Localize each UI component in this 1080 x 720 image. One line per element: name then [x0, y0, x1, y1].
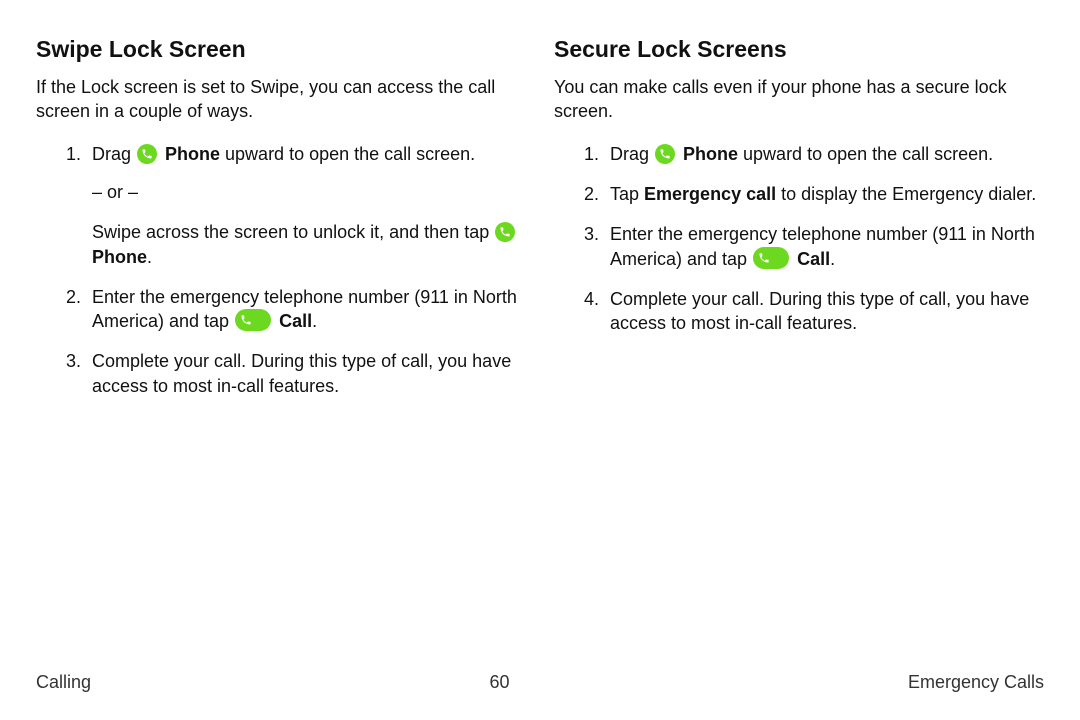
- text: Swipe across the screen to unlock it, an…: [92, 222, 494, 242]
- call-label: Call: [274, 311, 312, 331]
- footer-page-number: 60: [489, 670, 509, 694]
- text: to display the Emergency dialer.: [776, 184, 1036, 204]
- right-step-3: Enter the emergency telephone number (91…: [604, 222, 1044, 271]
- call-icon: [235, 309, 271, 331]
- phone-icon: [495, 222, 515, 242]
- left-steps: Drag Phone upward to open the call scree…: [36, 142, 526, 398]
- footer-right: Emergency Calls: [908, 670, 1044, 694]
- emergency-call-label: Emergency call: [644, 184, 776, 204]
- right-step-4: Complete your call. During this type of …: [604, 287, 1044, 336]
- text: .: [830, 249, 835, 269]
- or-separator: – or –: [92, 180, 526, 204]
- right-steps: Drag Phone upward to open the call scree…: [554, 142, 1044, 336]
- left-heading: Swipe Lock Screen: [36, 34, 526, 65]
- text: .: [312, 311, 317, 331]
- phone-icon: [655, 144, 675, 164]
- left-step-1-alt: Swipe across the screen to unlock it, an…: [92, 220, 526, 269]
- text: upward to open the call screen.: [738, 144, 993, 164]
- left-intro: If the Lock screen is set to Swipe, you …: [36, 75, 526, 124]
- text: Drag: [610, 144, 654, 164]
- text: Drag: [92, 144, 136, 164]
- page-footer: Calling 60 Emergency Calls: [36, 670, 1044, 694]
- right-heading: Secure Lock Screens: [554, 34, 1044, 65]
- text: .: [147, 247, 152, 267]
- call-label: Call: [792, 249, 830, 269]
- phone-label: Phone: [160, 144, 220, 164]
- left-step-1: Drag Phone upward to open the call scree…: [86, 142, 526, 269]
- right-column: Secure Lock Screens You can make calls e…: [554, 34, 1044, 414]
- phone-label: Phone: [678, 144, 738, 164]
- right-step-1: Drag Phone upward to open the call scree…: [604, 142, 1044, 166]
- left-step-2: Enter the emergency telephone number (91…: [86, 285, 526, 334]
- left-column: Swipe Lock Screen If the Lock screen is …: [36, 34, 526, 414]
- phone-label: Phone: [92, 247, 147, 267]
- left-step-3: Complete your call. During this type of …: [86, 349, 526, 398]
- manual-page: Swipe Lock Screen If the Lock screen is …: [0, 0, 1080, 720]
- right-intro: You can make calls even if your phone ha…: [554, 75, 1044, 124]
- right-step-2: Tap Emergency call to display the Emerge…: [604, 182, 1044, 206]
- text: Tap: [610, 184, 644, 204]
- two-column-layout: Swipe Lock Screen If the Lock screen is …: [36, 34, 1044, 414]
- text: upward to open the call screen.: [220, 144, 475, 164]
- footer-left: Calling: [36, 670, 91, 694]
- phone-icon: [137, 144, 157, 164]
- call-icon: [753, 247, 789, 269]
